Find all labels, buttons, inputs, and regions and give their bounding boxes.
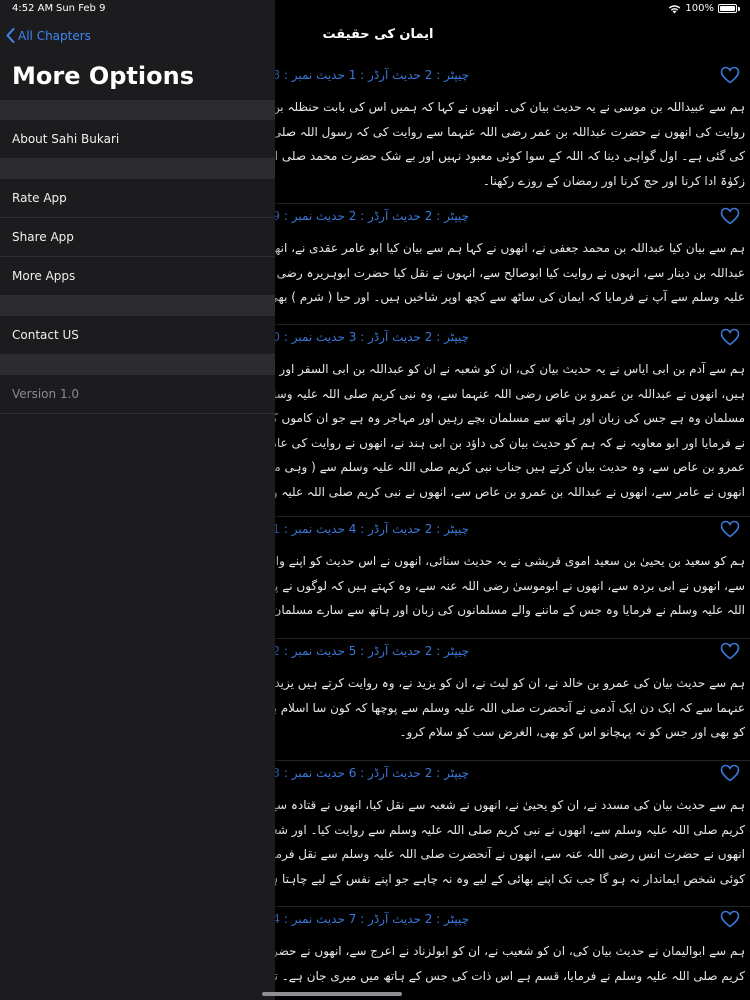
hadith-text: ہم سے حدیث بیان کی مسدد نے، ان کو یحییٰ …	[262, 793, 745, 891]
hadith-line: کریم صلی اللہ علیہ وسلم سے، انھوں نے نبی…	[262, 822, 745, 837]
battery-tip	[738, 6, 740, 11]
hadith-line: عبداللہ بن دینار سے، انہوں نے روایت کیا …	[262, 265, 745, 280]
hadith-line: زکوٰۃ ادا کرنا اور حج کرنا اور رمضان کے …	[482, 173, 745, 188]
favorite-heart-icon[interactable]	[720, 207, 740, 225]
favorite-heart-icon[interactable]	[720, 520, 740, 538]
hadith-text: ہم سے عبیداللہ بن موسی نے یہ حدیث بیان ک…	[262, 95, 745, 193]
version-label: Version 1.0	[0, 375, 275, 414]
favorite-heart-icon[interactable]	[720, 66, 740, 84]
favorite-heart-icon[interactable]	[720, 764, 740, 782]
hadith-line: ہم سے عبیداللہ بن موسی نے یہ حدیث بیان ک…	[262, 100, 745, 114]
hadith-reference: چیپٹر : 2 حدیث آرڈر : 6 حدیث نمبر : 13	[265, 766, 469, 780]
hadith-line: ہم سے حدیث بیان کی مسدد نے، ان کو یحییٰ …	[269, 798, 745, 812]
hadith-reference: چیپٹر : 2 حدیث آرڈر : 5 حدیث نمبر : 12	[265, 644, 469, 658]
hadith-reference: چیپٹر : 2 حدیث آرڈر : 7 حدیث نمبر : 14	[265, 912, 469, 926]
battery-icon	[718, 4, 737, 13]
hadith-text: ہم سے ابوالیمان نے حدیث بیان کی، ان کو ش…	[262, 939, 745, 988]
hadith-line: کریم صلی اللہ علیہ وسلم نے فرمایا، قسم ہ…	[262, 968, 745, 983]
hadith-text: ہم سے حدیث بیان کی عمرو بن خالد نے، ان ک…	[262, 671, 745, 745]
hadith-line: روایت کی انھوں نے حضرت عبداللہ بن عمر رض…	[262, 124, 745, 139]
hadith-line: کوئی شخص ایماندار نہ ہو گا جب تک اپنے بھ…	[264, 871, 745, 886]
hadith-line: انھوں نے حضرت انس رضی اللہ عنہ سے، انھوں…	[262, 847, 745, 861]
hadith-line: ہیں، انھوں نے عبداللہ بن عمرو بن عاص رضی…	[262, 386, 745, 401]
hadith-line: اللہ علیہ وسلم نے فرمایا وہ جس کے ماننے …	[262, 603, 745, 617]
favorite-heart-icon[interactable]	[720, 910, 740, 928]
section-divider	[0, 100, 275, 120]
favorite-heart-icon[interactable]	[720, 642, 740, 660]
section-divider	[0, 296, 275, 316]
status-time: 4:52 AM	[12, 3, 54, 14]
wifi-icon	[669, 4, 681, 13]
more-options-sidebar: All Chapters More Options About Sahi Buk…	[0, 0, 275, 1000]
menu-item-share-app[interactable]: Share App	[0, 218, 275, 257]
back-label: All Chapters	[18, 28, 91, 43]
options-menu: About Sahi Bukari Rate App Share App Mor…	[0, 100, 275, 414]
hadith-reference: چیپٹر : 2 حدیث آرڈر : 3 حدیث نمبر : 10	[265, 330, 469, 344]
menu-item-more-apps[interactable]: More Apps	[0, 257, 275, 296]
hadith-line: سے، انھوں نے ابی بردہ سے، انھوں نے ابومو…	[262, 578, 745, 593]
hadith-line: علیہ وسلم سے آپ نے فرمایا کہ ایمان کی سا…	[262, 290, 745, 304]
hadith-line: انھوں نے عامر سے، انھوں نے عبداللہ بن عم…	[262, 484, 745, 499]
chevron-left-icon	[6, 28, 15, 43]
hadith-reference: چیپٹر : 2 حدیث آرڈر : 4 حدیث نمبر : 11	[265, 522, 469, 536]
hadith-line: ہم سے ابوالیمان نے حدیث بیان کی، ان کو ش…	[271, 944, 745, 958]
battery-percent: 100%	[685, 3, 714, 14]
hadith-reference: چیپٹر : 2 حدیث آرڈر : 1 حدیث نمبر : 8	[272, 68, 469, 82]
hadith-text: ہم کو سعید بن یحییٰ بن سعید اموی قریشی ن…	[262, 549, 745, 623]
hadith-text: ہم سے بیان کیا عبداللہ بن محمد جعفی نے، …	[262, 236, 745, 310]
favorite-heart-icon[interactable]	[720, 328, 740, 346]
hadith-text: ہم سے آدم بن ابی ایاس نے یہ حدیث بیان کی…	[262, 357, 745, 504]
home-indicator	[262, 992, 402, 996]
section-divider	[0, 355, 275, 375]
hadith-line: ہم سے حدیث بیان کی عمرو بن خالد نے، ان ک…	[262, 676, 745, 690]
chapter-title: ایمان کی حقیقت	[322, 27, 434, 42]
hadith-line: مسلمان وہ ہے جس کی زبان اور ہاتھ سے مسلم…	[262, 411, 745, 425]
menu-item-about[interactable]: About Sahi Bukari	[0, 120, 275, 159]
status-date: Sun Feb 9	[56, 3, 106, 14]
sidebar-title: More Options	[12, 62, 194, 90]
hadith-reference: چیپٹر : 2 حدیث آرڈر : 2 حدیث نمبر : 9	[272, 209, 469, 223]
menu-item-contact-us[interactable]: Contact US	[0, 316, 275, 355]
hadith-line: عمرو بن عاص سے، وہ حدیث بیان کرتے ہیں جن…	[262, 460, 745, 474]
section-divider	[0, 159, 275, 179]
menu-item-rate-app[interactable]: Rate App	[0, 179, 275, 218]
hadith-line: عنہما سے کہ ایک دن ایک آدمی نے آنحضرت صل…	[266, 700, 745, 715]
status-right: 100%	[668, 3, 740, 14]
back-button[interactable]: All Chapters	[6, 28, 91, 43]
hadith-line: ہم کو سعید بن یحییٰ بن سعید اموی قریشی ن…	[267, 554, 745, 568]
hadith-line: کی گئی ہے۔ اول گواہی دینا کہ اللہ کے سوا…	[262, 149, 745, 163]
hadith-line: ہم سے بیان کیا عبداللہ بن محمد جعفی نے، …	[268, 241, 745, 255]
hadith-line: ہم سے آدم بن ابی ایاس نے یہ حدیث بیان کی…	[262, 362, 745, 376]
hadith-line: نے فرمایا اور ابو معاویہ نے کہ ہم کو حدی…	[262, 435, 745, 450]
hadith-line: کو بھی اور جس کو نہ پہچانو اس کو بھی، ال…	[399, 725, 745, 739]
status-bar: 4:52 AM Sun Feb 9 100%	[0, 0, 750, 20]
